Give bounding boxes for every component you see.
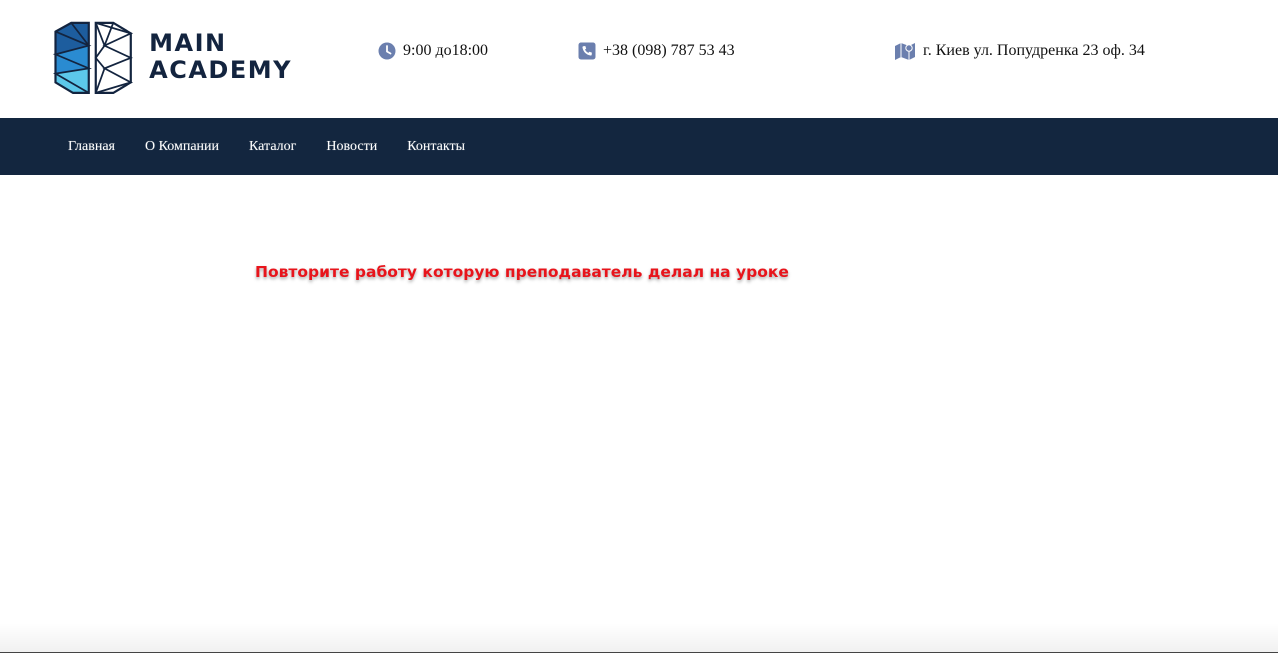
nav-item-home[interactable]: Главная — [53, 139, 130, 155]
nav-item-news[interactable]: Новости — [311, 139, 392, 155]
nav-item-catalog[interactable]: Каталог — [234, 139, 311, 155]
nav-item-contacts[interactable]: Контакты — [392, 139, 480, 155]
bottom-shadow — [0, 623, 1278, 653]
site-header: MAIN ACADEMY 9:00 до18:00 +38 (098) 787 … — [0, 0, 1278, 118]
address: г. Киев ул. Попудренка 23 оф. 34 — [894, 40, 1145, 62]
phone[interactable]: +38 (098) 787 53 43 — [578, 40, 735, 62]
address-text: г. Киев ул. Попудренка 23 оф. 34 — [923, 42, 1145, 59]
main-navigation: Главная О Компании Каталог Новости Конта… — [0, 118, 1278, 175]
clock-icon — [378, 42, 396, 60]
working-hours-text: 9:00 до18:00 — [403, 42, 489, 59]
brain-logo-icon — [52, 21, 134, 94]
working-hours: 9:00 до18:00 — [378, 40, 488, 62]
nav-item-about[interactable]: О Компании — [130, 139, 234, 155]
logo[interactable]: MAIN ACADEMY — [52, 14, 292, 100]
main-content: Повторите работу которую преподаватель д… — [0, 175, 1278, 653]
logo-line-academy: ACADEMY — [149, 56, 292, 84]
map-icon — [895, 43, 915, 60]
logo-line-main: MAIN — [149, 29, 227, 57]
task-notice: Повторите работу которую преподаватель д… — [255, 263, 789, 281]
phone-number[interactable]: +38 (098) 787 53 43 — [603, 42, 735, 60]
phone-icon — [578, 42, 596, 60]
logo-text: MAIN ACADEMY — [149, 30, 292, 84]
